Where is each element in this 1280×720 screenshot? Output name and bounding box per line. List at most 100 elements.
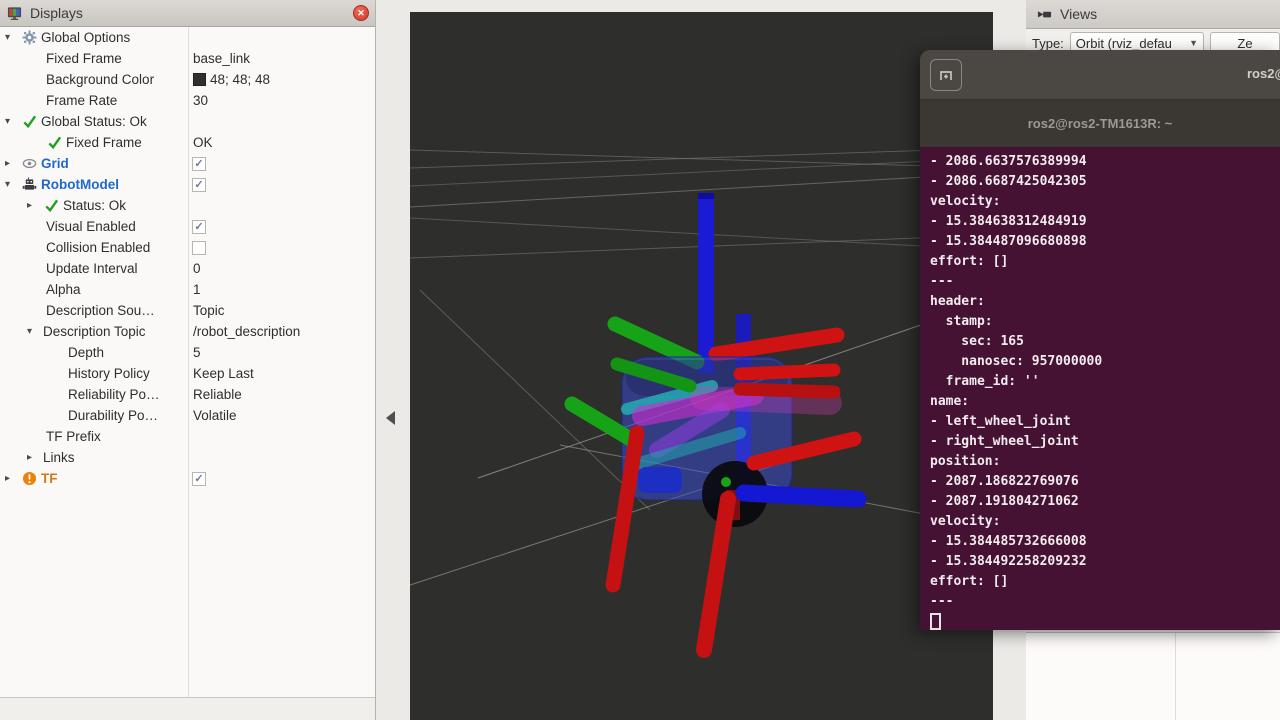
property-value[interactable]: OK (193, 132, 213, 153)
expand-arrow-down-icon[interactable]: ▾ (5, 32, 17, 43)
property-value[interactable]: Keep Last (193, 363, 254, 384)
terminal-line: nanosec: 957000000 (930, 352, 1280, 372)
enabled-checkbox[interactable] (192, 241, 206, 255)
terminal-line: --- (930, 272, 1280, 292)
color-swatch (193, 73, 206, 86)
property-name: RobotModel (41, 177, 119, 192)
terminal-output[interactable]: - 2086.6637576389994- 2086.6687425042305… (920, 147, 1280, 630)
views-list-divider (1175, 633, 1176, 720)
view-type-value: Orbit (rviz_defau (1076, 36, 1172, 51)
tree-row-background-color[interactable]: Background Color 48; 48; 48 (0, 69, 375, 90)
robot-icon (21, 177, 37, 193)
terminal-cursor (930, 613, 941, 630)
expand-arrow-right-icon[interactable]: ▸ (27, 452, 39, 463)
tree-row-durability-po[interactable]: Durability Po… Volatile (0, 405, 375, 426)
expand-arrow-down-icon[interactable]: ▾ (5, 179, 17, 190)
property-name: Collision Enabled (46, 240, 150, 255)
expand-arrow-down-icon[interactable]: ▾ (5, 116, 17, 127)
property-name: Global Status: Ok (41, 114, 147, 129)
expand-arrow-right-icon[interactable]: ▸ (5, 473, 17, 484)
terminal-line: name: (930, 392, 1280, 412)
tree-row-reliability-po[interactable]: Reliability Po…Reliable (0, 384, 375, 405)
3d-viewport[interactable] (410, 12, 993, 720)
expand-arrow-down-icon[interactable]: ▾ (27, 326, 39, 337)
property-value[interactable]: 5 (193, 342, 201, 363)
tree-row-grid[interactable]: ▸Grid✓ (0, 153, 375, 174)
property-name: Background Color (46, 72, 154, 87)
tree-row-links[interactable]: ▸Links (0, 447, 375, 468)
views-camera-icon (1036, 6, 1052, 22)
property-name: Durability Po… (68, 408, 158, 423)
property-name: Update Interval (46, 261, 138, 276)
property-value[interactable]: base_link (193, 48, 250, 69)
terminal-line: velocity: (930, 512, 1280, 532)
property-name: Frame Rate (46, 93, 117, 108)
robot-model (572, 193, 858, 650)
tree-row-update-interval[interactable]: Update Interval 0 (0, 258, 375, 279)
property-name: TF (41, 471, 58, 486)
robot-model-render (410, 12, 993, 720)
terminal-line: sec: 165 (930, 332, 1280, 352)
warning-icon (21, 471, 37, 487)
property-value[interactable]: 30 (193, 90, 208, 111)
tree-row-robotmodel[interactable]: ▾ RobotModel ✓ (0, 174, 375, 195)
property-name: History Policy (68, 366, 150, 381)
displays-monitor-icon (6, 5, 22, 21)
tree-row-alpha[interactable]: Alpha 1 (0, 279, 375, 300)
tree-row-history-policy[interactable]: History Policy Keep Last (0, 363, 375, 384)
terminal-line: - left_wheel_joint (930, 412, 1280, 432)
terminal-tab-bar[interactable]: ros2@ros2-TM1613R: ~ (920, 100, 1280, 147)
enabled-checkbox[interactable]: ✓ (192, 157, 206, 171)
tree-row-tf[interactable]: ▸ TF ✓ (0, 468, 375, 489)
views-panel-header[interactable]: Views (1026, 0, 1280, 29)
enabled-checkbox[interactable]: ✓ (192, 472, 206, 486)
gear-icon (21, 30, 37, 46)
terminal-headerbar[interactable]: ros2@ (920, 50, 1280, 100)
property-value[interactable]: Topic (193, 300, 225, 321)
view-type-label: Type: (1032, 36, 1064, 51)
tree-row-visual-enabled[interactable]: Visual Enabled ✓ (0, 216, 375, 237)
tree-row-global-options[interactable]: ▾Global Options (0, 27, 375, 48)
property-value[interactable]: 0 (193, 258, 201, 279)
tree-row-status-ok[interactable]: ▸Status: Ok (0, 195, 375, 216)
property-value[interactable]: Reliable (193, 384, 242, 405)
terminal-line: - 15.384487096680898 (930, 232, 1280, 252)
property-name: Visual Enabled (46, 219, 136, 234)
displays-panel-header[interactable]: Displays ✕ (0, 0, 375, 27)
new-tab-icon (935, 64, 957, 86)
tree-row-frame-rate[interactable]: Frame Rate 30 (0, 90, 375, 111)
terminal-line: - 15.384492258209232 (930, 552, 1280, 572)
property-value[interactable]: 1 (193, 279, 201, 300)
terminal-line: - 2086.6637576389994 (930, 152, 1280, 172)
expand-arrow-right-icon[interactable]: ▸ (27, 200, 39, 211)
new-tab-button[interactable] (930, 59, 962, 91)
tree-row-description-topic[interactable]: ▾Description Topic/robot_description (0, 321, 375, 342)
tree-row-fixed-frame[interactable]: Fixed Framebase_link (0, 48, 375, 69)
displays-panel: Displays ✕ ▾Global OptionsFixed Framebas… (0, 0, 376, 720)
property-value[interactable]: /robot_description (193, 321, 300, 342)
panel-collapse-handle[interactable] (386, 411, 395, 425)
enabled-checkbox[interactable]: ✓ (192, 220, 206, 234)
tree-row-tf-prefix[interactable]: TF Prefix (0, 426, 375, 447)
tree-row-fixed-frame[interactable]: Fixed FrameOK (0, 132, 375, 153)
tree-row-depth[interactable]: Depth5 (0, 342, 375, 363)
property-value[interactable]: Volatile (193, 405, 237, 426)
x-axis-cylinder (716, 335, 837, 354)
displays-panel-title: Displays (30, 5, 83, 21)
terminal-line: velocity: (930, 192, 1280, 212)
tree-row-collision-enabled[interactable]: Collision Enabled (0, 237, 375, 258)
terminal-line: - 2087.186822769076 (930, 472, 1280, 492)
views-list[interactable] (1026, 632, 1280, 720)
terminal-line: - 15.384485732666008 (930, 532, 1280, 552)
terminal-tab-title: ros2@ros2-TM1613R: ~ (1028, 116, 1173, 131)
check-icon (46, 135, 62, 151)
expand-arrow-right-icon[interactable]: ▸ (5, 158, 17, 169)
tree-row-global-status-ok[interactable]: ▾ Global Status: Ok (0, 111, 375, 132)
close-icon[interactable]: ✕ (353, 5, 369, 21)
terminal-line: - 2087.191804271062 (930, 492, 1280, 512)
property-value[interactable]: 48; 48; 48 (193, 69, 270, 90)
property-name: Alpha (46, 282, 81, 297)
tree-row-description-sou[interactable]: Description Sou…Topic (0, 300, 375, 321)
displays-panel-footer (0, 697, 375, 720)
enabled-checkbox[interactable]: ✓ (192, 178, 206, 192)
